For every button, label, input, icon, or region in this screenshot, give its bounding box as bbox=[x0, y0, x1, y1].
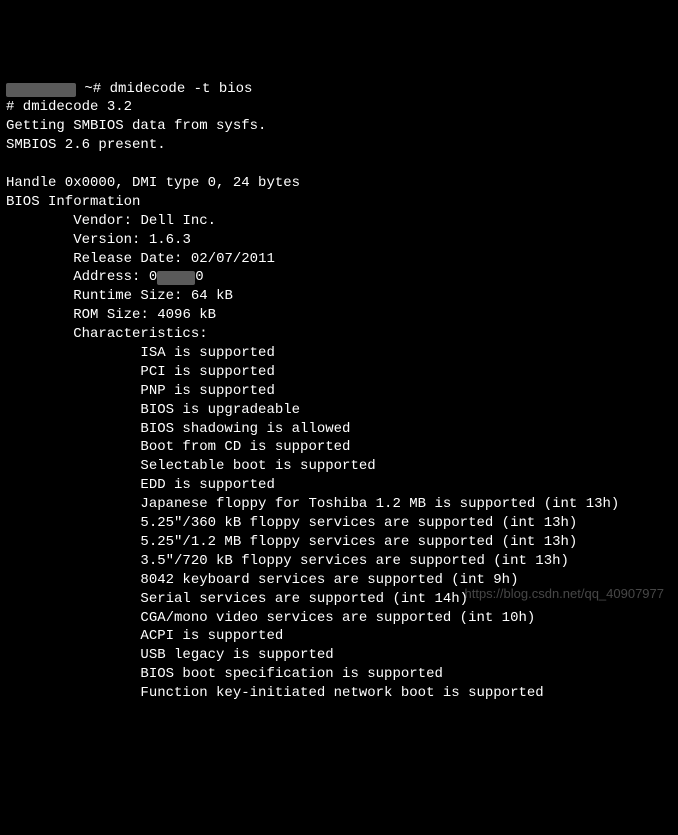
characteristic-text: PCI is supported bbox=[140, 364, 274, 380]
bios-field: Release Date: 02/07/2011 bbox=[6, 251, 275, 267]
field-label: Runtime Size bbox=[73, 288, 174, 304]
terminal-output: ~# dmidecode -t bios # dmidecode 3.2 Get… bbox=[6, 80, 672, 703]
bios-field: Runtime Size: 64 kB bbox=[6, 288, 233, 304]
characteristic-text: Japanese floppy for Toshiba 1.2 MB is su… bbox=[140, 496, 619, 512]
characteristic-text: ACPI is supported bbox=[140, 628, 283, 644]
characteristic-item: BIOS is upgradeable bbox=[6, 402, 300, 418]
bios-field: Vendor: Dell Inc. bbox=[6, 213, 216, 229]
characteristic-item: 8042 keyboard services are supported (in… bbox=[6, 572, 518, 588]
characteristic-text: 5.25"/1.2 MB floppy services are support… bbox=[140, 534, 577, 550]
command-text: dmidecode -t bios bbox=[110, 81, 253, 97]
handle-line: Handle 0x0000, DMI type 0, 24 bytes bbox=[6, 175, 300, 191]
address-prefix: 0 bbox=[149, 269, 157, 285]
characteristic-item: CGA/mono video services are supported (i… bbox=[6, 610, 535, 626]
header-line: SMBIOS 2.6 present. bbox=[6, 137, 166, 153]
characteristic-text: CGA/mono video services are supported (i… bbox=[140, 610, 535, 626]
address-suffix: 0 bbox=[195, 269, 203, 285]
prompt-suffix: ~# bbox=[76, 81, 110, 97]
address-redacted bbox=[157, 271, 195, 285]
characteristic-item: EDD is supported bbox=[6, 477, 275, 493]
characteristic-text: Selectable boot is supported bbox=[140, 458, 375, 474]
header-line: # dmidecode 3.2 bbox=[6, 99, 132, 115]
characteristic-item: 5.25"/1.2 MB floppy services are support… bbox=[6, 534, 577, 550]
characteristic-text: 8042 keyboard services are supported (in… bbox=[140, 572, 518, 588]
characteristic-text: Function key-initiated network boot is s… bbox=[140, 685, 543, 701]
characteristic-item: PCI is supported bbox=[6, 364, 275, 380]
prompt-line: ~# dmidecode -t bios bbox=[6, 81, 252, 97]
characteristic-item: 5.25"/360 kB floppy services are support… bbox=[6, 515, 577, 531]
characteristic-item: ACPI is supported bbox=[6, 628, 283, 644]
field-label: Vendor bbox=[73, 213, 123, 229]
characteristic-item: Function key-initiated network boot is s… bbox=[6, 685, 544, 701]
characteristic-text: Serial services are supported (int 14h) bbox=[140, 591, 468, 607]
section-title: BIOS Information bbox=[6, 194, 140, 210]
characteristics-header: Characteristics: bbox=[6, 326, 208, 342]
characteristic-text: BIOS boot specification is supported bbox=[140, 666, 442, 682]
field-value: 4096 kB bbox=[157, 307, 216, 323]
characteristic-item: PNP is supported bbox=[6, 383, 275, 399]
characteristic-text: PNP is supported bbox=[140, 383, 274, 399]
field-label: ROM Size bbox=[73, 307, 140, 323]
bios-field-address: Address: 00 bbox=[6, 269, 204, 285]
characteristic-item: Japanese floppy for Toshiba 1.2 MB is su… bbox=[6, 496, 619, 512]
field-label: Release Date bbox=[73, 251, 174, 267]
field-value: 64 kB bbox=[191, 288, 233, 304]
characteristic-item: USB legacy is supported bbox=[6, 647, 334, 663]
characteristic-item: Serial services are supported (int 14h) bbox=[6, 591, 468, 607]
characteristic-item: ISA is supported bbox=[6, 345, 275, 361]
characteristic-text: USB legacy is supported bbox=[140, 647, 333, 663]
header-line: Getting SMBIOS data from sysfs. bbox=[6, 118, 266, 134]
field-label: Version bbox=[73, 232, 132, 248]
hostname-redacted bbox=[6, 83, 76, 97]
characteristic-text: 5.25"/360 kB floppy services are support… bbox=[140, 515, 577, 531]
watermark-text: https://blog.csdn.net/qq_40907977 bbox=[465, 585, 665, 603]
characteristic-item: Selectable boot is supported bbox=[6, 458, 376, 474]
characteristic-text: BIOS shadowing is allowed bbox=[140, 421, 350, 437]
characteristic-text: ISA is supported bbox=[140, 345, 274, 361]
characteristic-item: Boot from CD is supported bbox=[6, 439, 350, 455]
field-label: Characteristics: bbox=[73, 326, 207, 342]
characteristic-text: BIOS is upgradeable bbox=[140, 402, 300, 418]
characteristic-text: Boot from CD is supported bbox=[140, 439, 350, 455]
characteristic-text: 3.5"/720 kB floppy services are supporte… bbox=[140, 553, 568, 569]
characteristic-item: BIOS boot specification is supported bbox=[6, 666, 443, 682]
bios-field: Version: 1.6.3 bbox=[6, 232, 191, 248]
characteristic-item: BIOS shadowing is allowed bbox=[6, 421, 350, 437]
bios-field: ROM Size: 4096 kB bbox=[6, 307, 216, 323]
field-label: Address bbox=[73, 269, 132, 285]
characteristic-text: EDD is supported bbox=[140, 477, 274, 493]
field-value: 1.6.3 bbox=[149, 232, 191, 248]
characteristic-item: 3.5"/720 kB floppy services are supporte… bbox=[6, 553, 569, 569]
field-value: Dell Inc. bbox=[140, 213, 216, 229]
field-value: 02/07/2011 bbox=[191, 251, 275, 267]
